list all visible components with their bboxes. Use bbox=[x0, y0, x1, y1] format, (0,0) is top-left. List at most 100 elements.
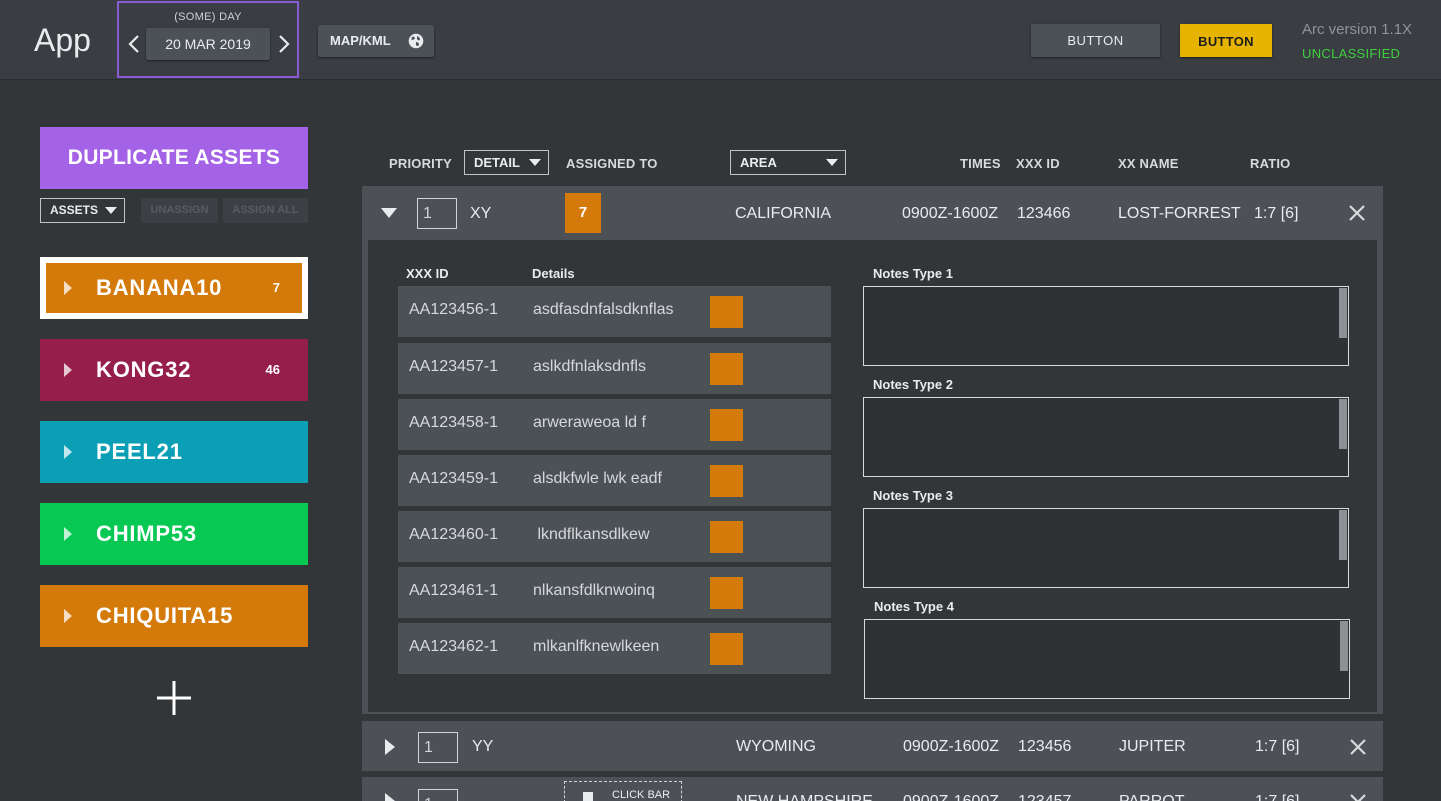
details-col-details: Details bbox=[532, 266, 575, 281]
app-title: App bbox=[34, 22, 91, 58]
chevron-right-icon[interactable] bbox=[277, 34, 291, 54]
row-details-panel: XXX ID Details AA123456-1 asdfasdnfalsdk… bbox=[368, 240, 1377, 712]
detail-id: AA123462-1 bbox=[409, 638, 498, 655]
detail-id: AA123461-1 bbox=[409, 582, 498, 599]
row-name: PARROT bbox=[1119, 793, 1184, 801]
scrollbar[interactable] bbox=[1339, 288, 1347, 338]
detail-text: nlkansfdlknwoinq bbox=[533, 582, 655, 599]
asset-name: PEEL21 bbox=[96, 439, 183, 464]
chevron-left-icon[interactable] bbox=[127, 34, 141, 54]
row-name: JUPITER bbox=[1119, 738, 1186, 755]
caret-right-icon bbox=[64, 281, 72, 295]
status-swatch[interactable] bbox=[710, 353, 743, 385]
notes-label-2: Notes Type 2 bbox=[873, 377, 953, 392]
gray-button[interactable]: BUTTON bbox=[1031, 24, 1160, 57]
unassign-button[interactable]: UNASSIGN bbox=[141, 198, 218, 223]
notes-field-4[interactable] bbox=[864, 619, 1350, 699]
asset-kong32[interactable]: KONG32 46 bbox=[40, 339, 308, 401]
asset-chimp53[interactable]: CHIMP53 bbox=[40, 503, 308, 565]
status-swatch[interactable] bbox=[710, 296, 743, 328]
detail-row[interactable]: AA123462-1 mlkanlfknewlkeen bbox=[398, 623, 831, 674]
col-assigned-to: ASSIGNED TO bbox=[566, 156, 658, 171]
notes-label-3: Notes Type 3 bbox=[873, 488, 953, 503]
row-times: 0900Z-1600Z bbox=[903, 793, 999, 801]
priority-input[interactable]: 1 bbox=[418, 789, 458, 801]
detail-id: AA123456-1 bbox=[409, 301, 498, 318]
caret-right-icon[interactable] bbox=[385, 793, 395, 801]
priority-input[interactable]: 1 bbox=[418, 732, 458, 763]
scrollbar[interactable] bbox=[1339, 510, 1347, 560]
status-swatch[interactable] bbox=[710, 465, 743, 497]
asset-chiquita15[interactable]: CHIQUITA15 bbox=[40, 585, 308, 647]
row-id: 123456 bbox=[1018, 738, 1072, 755]
chevron-down-icon bbox=[529, 159, 541, 166]
click-bar[interactable]: CLICK BAR bbox=[564, 781, 682, 801]
notes-label-1: Notes Type 1 bbox=[873, 266, 953, 281]
asset-peel21[interactable]: PEEL21 bbox=[40, 421, 308, 483]
click-bar-label: CLICK BAR bbox=[612, 789, 671, 801]
asset-name: CHIQUITA15 bbox=[96, 603, 234, 628]
status-swatch[interactable] bbox=[710, 409, 743, 441]
detail-row[interactable]: AA123460-1 lkndflkansdlkew bbox=[398, 511, 831, 562]
table-row[interactable]: 1 NEW HAMPSHIRE 0900Z-1600Z 123457 PARRO… bbox=[362, 777, 1383, 801]
caret-right-icon[interactable] bbox=[385, 739, 395, 755]
detail-id: AA123460-1 bbox=[409, 526, 498, 543]
col-ratio: RATIO bbox=[1250, 156, 1291, 171]
area-select[interactable]: AREA bbox=[730, 150, 846, 175]
detail-row[interactable]: AA123456-1 asdfasdnfalsdknflas bbox=[398, 286, 831, 337]
close-icon[interactable] bbox=[1348, 204, 1366, 222]
detail-row[interactable]: AA123457-1 aslkdfnlaksdnfls bbox=[398, 343, 831, 394]
status-swatch[interactable] bbox=[710, 577, 743, 609]
map-kml-button[interactable]: MAP/KML bbox=[318, 25, 434, 57]
col-priority: PRIORITY bbox=[389, 156, 452, 171]
notes-field-1[interactable] bbox=[863, 286, 1349, 366]
asset-name: BANANA10 bbox=[96, 275, 223, 300]
notes-field-2[interactable] bbox=[863, 397, 1349, 477]
plus-icon[interactable] bbox=[156, 680, 192, 716]
version-label: Arc version 1.1X bbox=[1302, 21, 1413, 38]
detail-text: lkndflkansdlkew bbox=[533, 526, 650, 543]
notes-field-3[interactable] bbox=[863, 508, 1349, 588]
row-code: XY bbox=[470, 205, 492, 222]
detail-row[interactable]: AA123461-1 nlkansfdlknwoinq bbox=[398, 567, 831, 618]
top-bar: App (SOME) DAY 20 MAR 2019 MAP/KML BUTTO… bbox=[0, 0, 1441, 80]
status-swatch[interactable] bbox=[710, 521, 743, 553]
chevron-down-icon bbox=[105, 207, 117, 214]
drag-handle-icon bbox=[583, 792, 593, 801]
close-icon[interactable] bbox=[1349, 793, 1367, 801]
detail-row[interactable]: AA123458-1 arweraweoa ld f bbox=[398, 399, 831, 450]
row-id: 123457 bbox=[1018, 793, 1071, 801]
detail-text: arweraweoa ld f bbox=[533, 414, 646, 431]
notes-label-4: Notes Type 4 bbox=[874, 599, 954, 614]
asset-name: KONG32 bbox=[96, 357, 192, 382]
date-picker: (SOME) DAY 20 MAR 2019 bbox=[117, 1, 299, 78]
caret-right-icon bbox=[64, 363, 72, 377]
row-times: 0900Z-1600Z bbox=[902, 205, 999, 222]
close-icon[interactable] bbox=[1349, 738, 1367, 756]
assets-select[interactable]: ASSETS bbox=[40, 198, 125, 223]
scrollbar[interactable] bbox=[1340, 621, 1348, 671]
status-swatch[interactable] bbox=[710, 633, 743, 665]
row-header[interactable]: 1 XY 7 CALIFORNIA 0900Z-1600Z 123466 LOS… bbox=[362, 186, 1383, 240]
asset-name: CHIMP53 bbox=[96, 521, 197, 546]
row-ratio: 1:7 [6] bbox=[1255, 738, 1300, 755]
asset-count: 46 bbox=[265, 362, 280, 377]
detail-select[interactable]: DETAIL bbox=[464, 150, 549, 175]
caret-down-icon[interactable] bbox=[381, 208, 397, 218]
priority-input[interactable]: 1 bbox=[417, 198, 457, 229]
asset-banana10[interactable]: BANANA10 7 bbox=[40, 257, 308, 319]
date-caption: (SOME) DAY bbox=[174, 11, 242, 23]
detail-text: mlkanlfknewlkeen bbox=[533, 638, 660, 655]
date-button[interactable]: 20 MAR 2019 bbox=[146, 28, 270, 60]
duplicate-assets-button[interactable]: DUPLICATE ASSETS bbox=[40, 127, 308, 189]
table-row-expanded: 1 XY 7 CALIFORNIA 0900Z-1600Z 123466 LOS… bbox=[362, 186, 1383, 714]
yellow-button[interactable]: BUTTON bbox=[1180, 24, 1272, 57]
row-area: WYOMING bbox=[736, 738, 816, 755]
assigned-badge[interactable]: 7 bbox=[565, 193, 601, 233]
scrollbar[interactable] bbox=[1339, 399, 1347, 449]
assign-all-button[interactable]: ASSIGN ALL bbox=[223, 198, 308, 223]
table-row[interactable]: 1 YY WYOMING 0900Z-1600Z 123456 JUPITER … bbox=[362, 721, 1383, 771]
row-ratio: 1:7 [6] bbox=[1254, 205, 1299, 222]
assets-select-label: ASSETS bbox=[50, 203, 99, 217]
detail-row[interactable]: AA123459-1 alsdkfwle lwk eadf bbox=[398, 455, 831, 506]
